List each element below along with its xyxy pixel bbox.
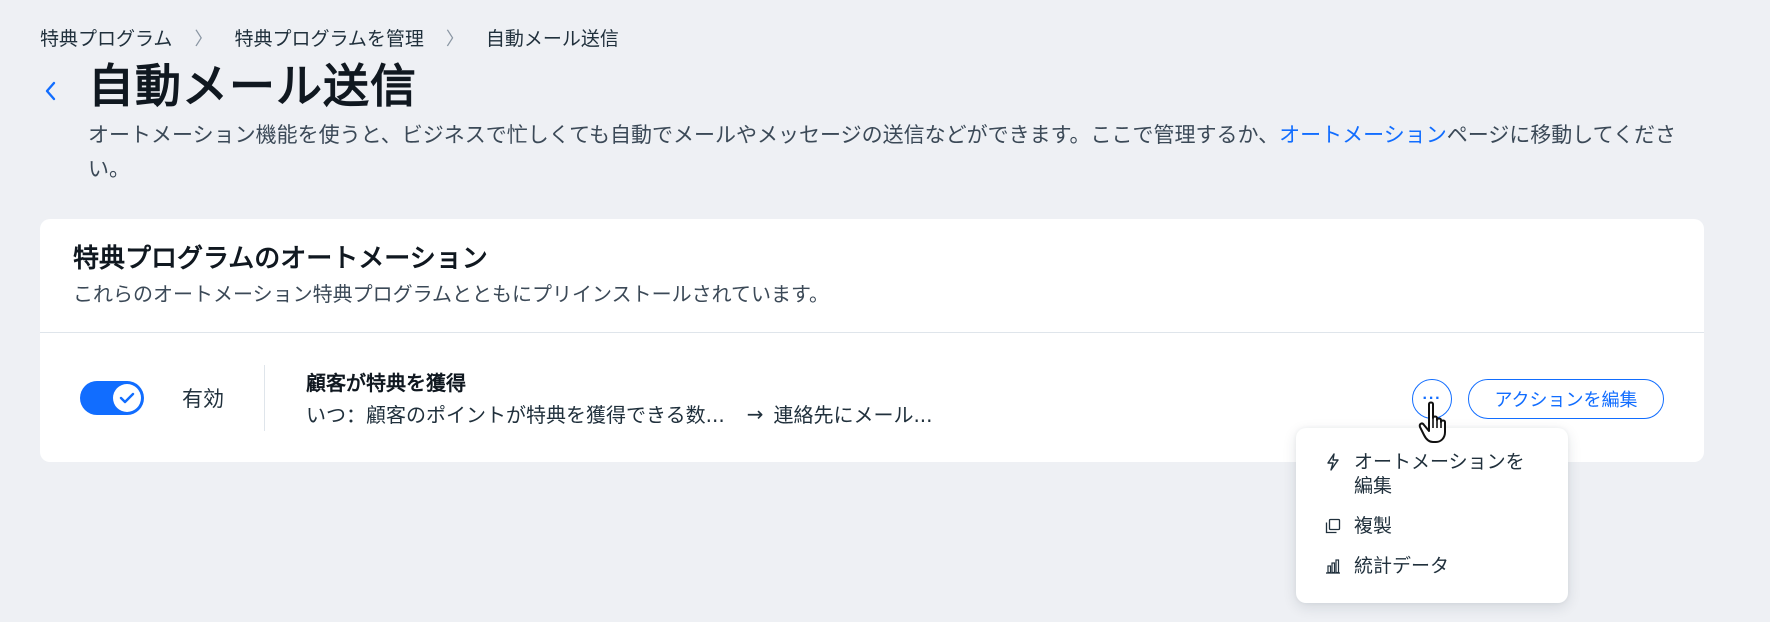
bar-chart-icon (1324, 554, 1342, 578)
description-text: オートメーション機能を使うと、ビジネスで忙しくても自動でメールやメッセージの送信… (88, 123, 1280, 147)
arrow-right-icon: → (746, 401, 764, 426)
breadcrumb: 特典プログラム 〉 特典プログラムを管理 〉 自動メール送信 (40, 24, 619, 51)
automation-description: いつ：顧客のポイントが特典を獲得できる数... → 連絡先にメール... (306, 399, 933, 428)
lightning-icon (1324, 450, 1342, 474)
status-label: 有効 (182, 387, 224, 411)
duplicate-icon (1324, 514, 1342, 538)
menu-item-label: 複製 (1354, 515, 1393, 537)
edit-actions-button[interactable]: アクションを編集 (1468, 379, 1664, 419)
breadcrumb-separator: 〉 (194, 28, 213, 50)
automations-link[interactable]: オートメーション (1279, 123, 1447, 147)
back-button[interactable] (38, 74, 62, 108)
card-header: 特典プログラムのオートメーション これらのオートメーション特典プログラムとともに… (40, 219, 1704, 333)
menu-item-edit-automation[interactable]: オートメーションを編集 (1296, 450, 1568, 498)
automation-trigger: いつ：顧客のポイントが特典を獲得できる数... (306, 403, 725, 427)
menu-item-duplicate[interactable]: 複製 (1296, 514, 1568, 538)
breadcrumb-loyalty-program[interactable]: 特典プログラム (40, 24, 172, 51)
automations-card: 特典プログラムのオートメーション これらのオートメーション特典プログラムとともに… (40, 219, 1704, 462)
hand-cursor-icon (1418, 401, 1446, 443)
more-actions-menu: オートメーションを編集 複製 統計データ (1296, 428, 1568, 603)
automation-toggle[interactable] (80, 381, 144, 415)
divider (264, 365, 265, 431)
automation-action: 連絡先にメール... (773, 403, 933, 427)
automation-name: 顧客が特典を獲得 (306, 371, 466, 395)
page-description: オートメーション機能を使うと、ビジネスで忙しくても自動でメールやメッセージの送信… (88, 118, 1708, 186)
breadcrumb-manage-program[interactable]: 特典プログラムを管理 (234, 24, 423, 51)
card-title: 特典プログラムのオートメーション (73, 244, 488, 274)
card-subtitle: これらのオートメーション特典プログラムとともにプリインストールされています。 (73, 282, 829, 306)
check-icon (119, 392, 135, 404)
menu-item-label: オートメーションを編集 (1354, 451, 1525, 497)
menu-item-label: 統計データ (1354, 555, 1450, 577)
breadcrumb-separator: 〉 (445, 28, 464, 50)
menu-item-statistics[interactable]: 統計データ (1296, 554, 1568, 578)
breadcrumb-current: 自動メール送信 (485, 28, 619, 50)
chevron-left-icon (45, 81, 56, 101)
page-title: 自動メール送信 (88, 59, 417, 113)
toggle-knob (113, 384, 141, 412)
